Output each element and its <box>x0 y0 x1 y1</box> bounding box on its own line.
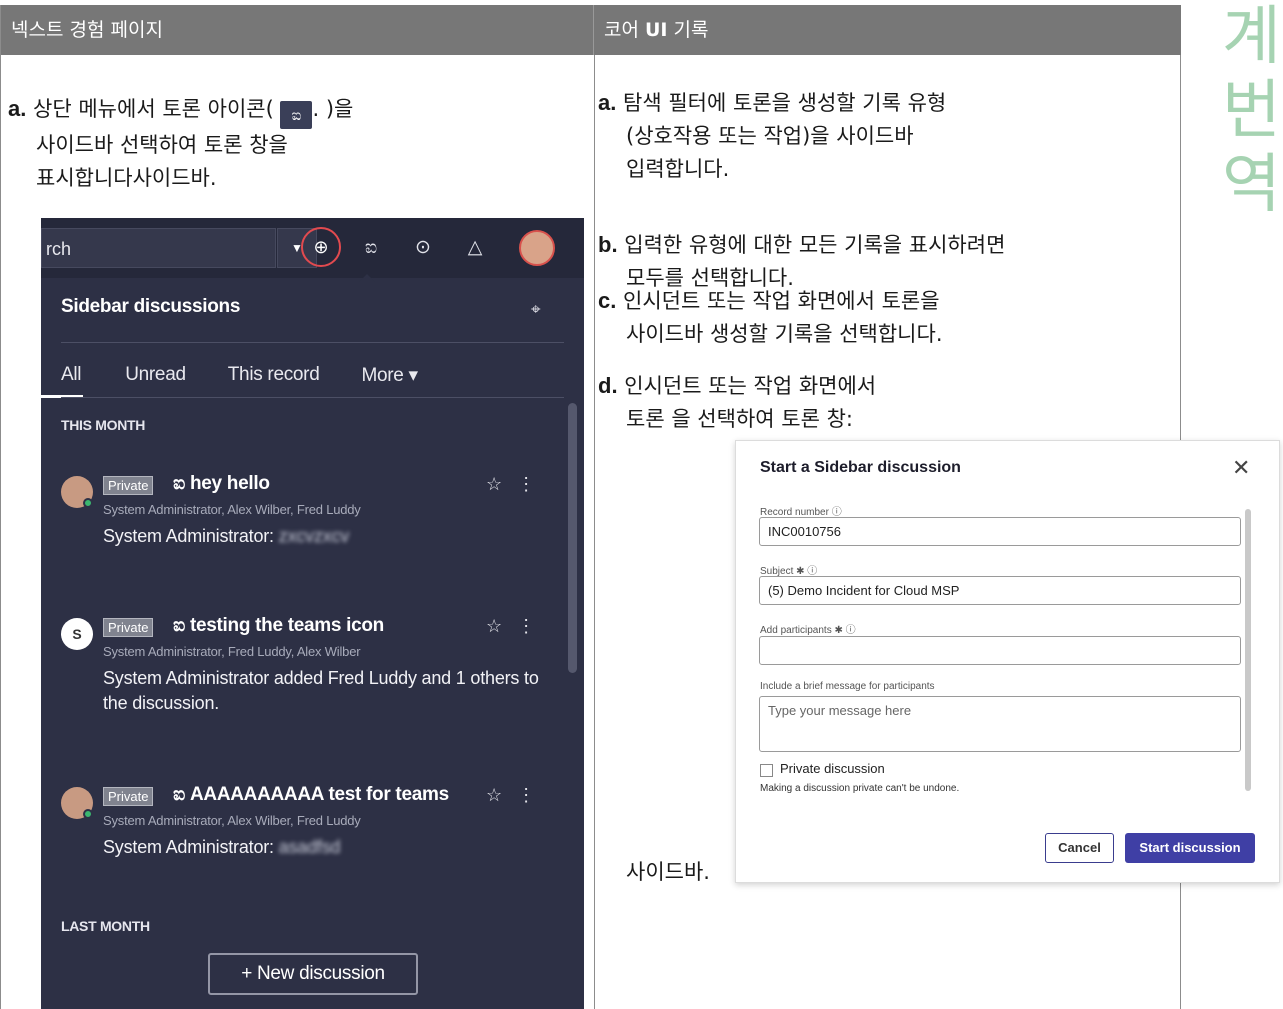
message-field[interactable]: Type your message here <box>759 696 1241 752</box>
discussion-topic: ಐ AAAAAAAAAA test for teams <box>173 784 449 805</box>
participants-field[interactable] <box>759 636 1241 665</box>
subject-label: Subject ✱ ⓘ <box>760 566 818 577</box>
discussion-tabs: All Unread This record More ▾ <box>41 364 460 398</box>
subject-field[interactable]: (5) Demo Incident for Cloud MSP <box>759 576 1241 605</box>
table-header: 넥스트 경험 페이지 코어 UI 기록 <box>1 5 1181 55</box>
discussion-icon[interactable]: ಐ <box>357 234 385 262</box>
panel-scrollbar[interactable] <box>568 403 577 673</box>
bell-icon[interactable]: △ <box>461 234 489 262</box>
more-vertical-icon[interactable]: ⋮ <box>517 616 535 636</box>
left-step-a: a. 상단 메뉴에서 토론 아이콘( ಐ. )을 사이드바 선택하여 토론 창을… <box>8 96 354 190</box>
panel-title: Sidebar discussions <box>61 296 241 317</box>
column-divider <box>594 55 595 1009</box>
dialog-scrollbar[interactable] <box>1245 509 1251 791</box>
right-step-c: c. 인시던트 또는 작업 화면에서 토론을 사이드바 생성할 기록을 선택합니… <box>598 288 943 346</box>
more-vertical-icon[interactable]: ⋮ <box>517 474 535 494</box>
header-next-experience: 넥스트 경험 페이지 <box>1 5 594 55</box>
title-divider <box>61 342 564 343</box>
more-vertical-icon[interactable]: ⋮ <box>517 785 535 805</box>
participants-label: Add participants ✱ ⓘ <box>760 625 856 636</box>
item-actions: ☆ ⋮ <box>486 474 535 495</box>
top-navigation-bar: rch ▼ ⊕ ಐ ⊙ △ <box>41 218 584 278</box>
search-input[interactable]: rch <box>41 228 276 268</box>
avatar: S <box>61 618 93 650</box>
section-this-month: THIS MONTH <box>61 417 146 433</box>
online-status-dot <box>83 809 93 819</box>
discussion-topic: ಐ testing the teams icon <box>173 615 384 636</box>
close-icon[interactable]: ✕ <box>1232 455 1250 481</box>
right-step-a: a. 탐색 필터에 토론을 생성할 기록 유형 (상호작용 또는 작업)을 사이… <box>598 90 947 181</box>
popover-caret <box>359 274 375 282</box>
tab-more[interactable]: More ▾ <box>361 364 418 398</box>
right-trailing-text: 사이드바. <box>626 860 710 884</box>
private-checkbox-label: Private discussion <box>780 761 885 776</box>
tab-unread[interactable]: Unread <box>125 364 186 398</box>
cancel-button[interactable]: Cancel <box>1045 833 1114 863</box>
discussion-participants: System Administrator, Alex Wilber, Fred … <box>103 813 361 828</box>
star-icon[interactable]: ☆ <box>486 616 502 636</box>
sidebar-discussions-panel: rch ▼ ⊕ ಐ ⊙ △ Sidebar discussions ⌖ All … <box>41 218 584 1009</box>
discussion-last-message: System Administrator added Fred Luddy an… <box>103 668 539 713</box>
right-step-d: d. 인시던트 또는 작업 화면에서 토론 을 선택하여 토론 창: <box>598 373 877 431</box>
new-discussion-button[interactable]: + New discussion <box>208 953 418 995</box>
dialog-title: Start a Sidebar discussion <box>760 459 961 476</box>
private-checkbox[interactable] <box>760 764 773 777</box>
side-watermark: 계번역 <box>1222 0 1281 222</box>
private-badge: Private <box>103 476 154 495</box>
discussion-icon: ಐ <box>280 101 313 129</box>
discussion-participants: System Administrator, Fred Luddy, Alex W… <box>103 644 361 659</box>
star-icon[interactable]: ☆ <box>486 474 502 494</box>
discussion-participants: System Administrator, Alex Wilber, Fred … <box>103 502 361 517</box>
tabs-divider <box>61 397 564 398</box>
help-icon[interactable]: ⊙ <box>409 234 437 262</box>
item-actions: ☆ ⋮ <box>486 785 535 806</box>
globe-icon[interactable]: ⊕ <box>301 227 341 267</box>
record-number-label: Record number ⓘ <box>760 507 842 518</box>
start-discussion-button[interactable]: Start discussion <box>1125 833 1255 863</box>
item-actions: ☆ ⋮ <box>486 616 535 637</box>
private-badge: Private <box>103 618 154 637</box>
tab-this-record[interactable]: This record <box>228 364 320 398</box>
section-last-month: LAST MONTH <box>61 918 150 934</box>
private-badge: Private <box>103 787 154 806</box>
private-help-text: Making a discussion private can't be und… <box>760 783 960 794</box>
header-core-ui: 코어 UI 기록 <box>604 19 709 41</box>
star-icon[interactable]: ☆ <box>486 785 502 805</box>
discussion-topic: ಐ hey hello <box>173 473 270 494</box>
record-number-field[interactable]: INC0010756 <box>759 517 1241 546</box>
user-avatar[interactable] <box>519 230 555 266</box>
start-discussion-dialog: Start a Sidebar discussion ✕ Record numb… <box>735 440 1280 883</box>
tab-all[interactable]: All <box>41 364 84 398</box>
discussion-last-message: System Administrator: asadfsd <box>103 837 341 857</box>
discussion-last-message: System Administrator: zxcvzxcv <box>103 526 350 546</box>
message-label: Include a brief message for participants <box>760 681 935 692</box>
online-status-dot <box>83 498 93 508</box>
pin-icon[interactable]: ⌖ <box>531 300 541 320</box>
